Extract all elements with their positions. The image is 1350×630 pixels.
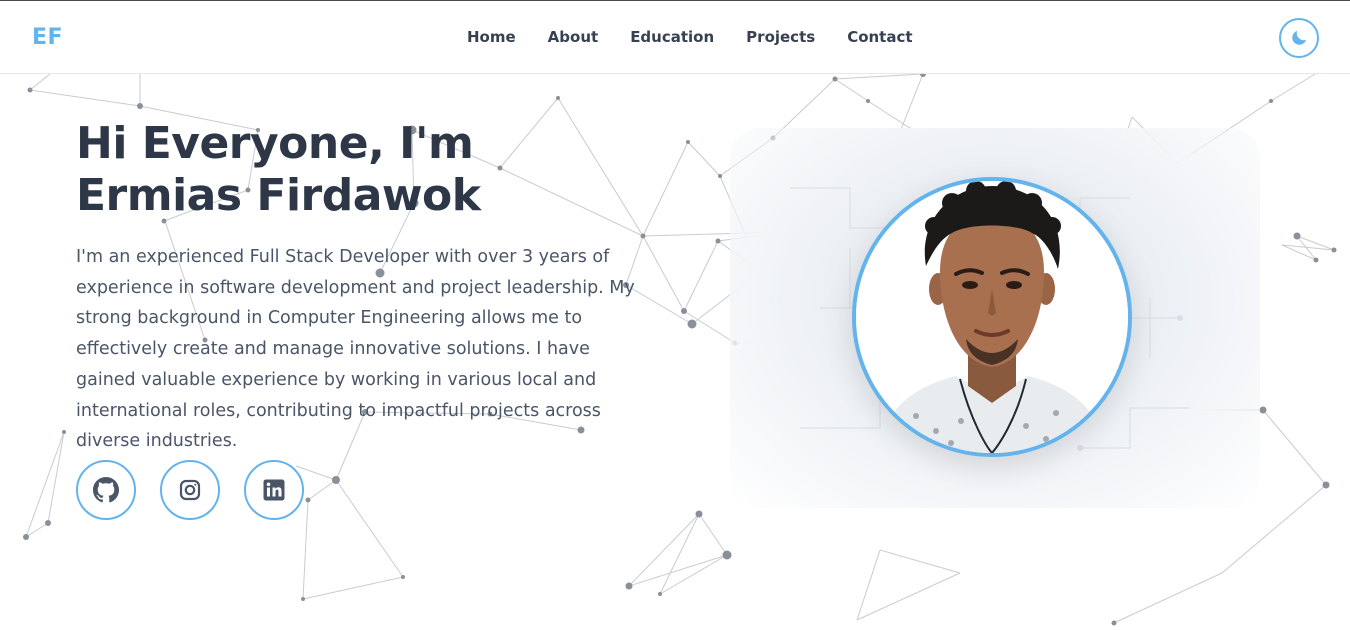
- hero-description: I'm an experienced Full Stack Developer …: [76, 247, 635, 452]
- instagram-button[interactable]: [160, 460, 220, 520]
- hero-section: Hi Everyone, I'm Ermias Firdawok I'm an …: [76, 118, 636, 457]
- navbar: EF Home About Education Projects Contact: [0, 0, 1350, 74]
- portfolio-page: EF Home About Education Projects Contact…: [0, 0, 1350, 630]
- hero-title: Hi Everyone, I'm Ermias Firdawok: [76, 118, 481, 221]
- github-button[interactable]: [76, 460, 136, 520]
- instagram-icon: [179, 479, 201, 501]
- site-logo[interactable]: EF: [32, 25, 63, 50]
- nav-link-about[interactable]: About: [548, 28, 599, 46]
- theme-toggle-button[interactable]: [1279, 18, 1319, 58]
- moon-icon: [1292, 30, 1307, 45]
- portrait-illustration: [856, 181, 1128, 453]
- nav-link-contact[interactable]: Contact: [847, 28, 912, 46]
- nav-links: Home About Education Projects Contact: [467, 28, 913, 46]
- nav-link-projects[interactable]: Projects: [746, 28, 815, 46]
- social-links: [76, 460, 304, 520]
- linkedin-icon: [263, 479, 285, 501]
- nav-link-home[interactable]: Home: [467, 28, 516, 46]
- profile-photo: [852, 177, 1132, 457]
- nav-link-education[interactable]: Education: [630, 28, 714, 46]
- github-icon: [93, 477, 119, 503]
- linkedin-button[interactable]: [244, 460, 304, 520]
